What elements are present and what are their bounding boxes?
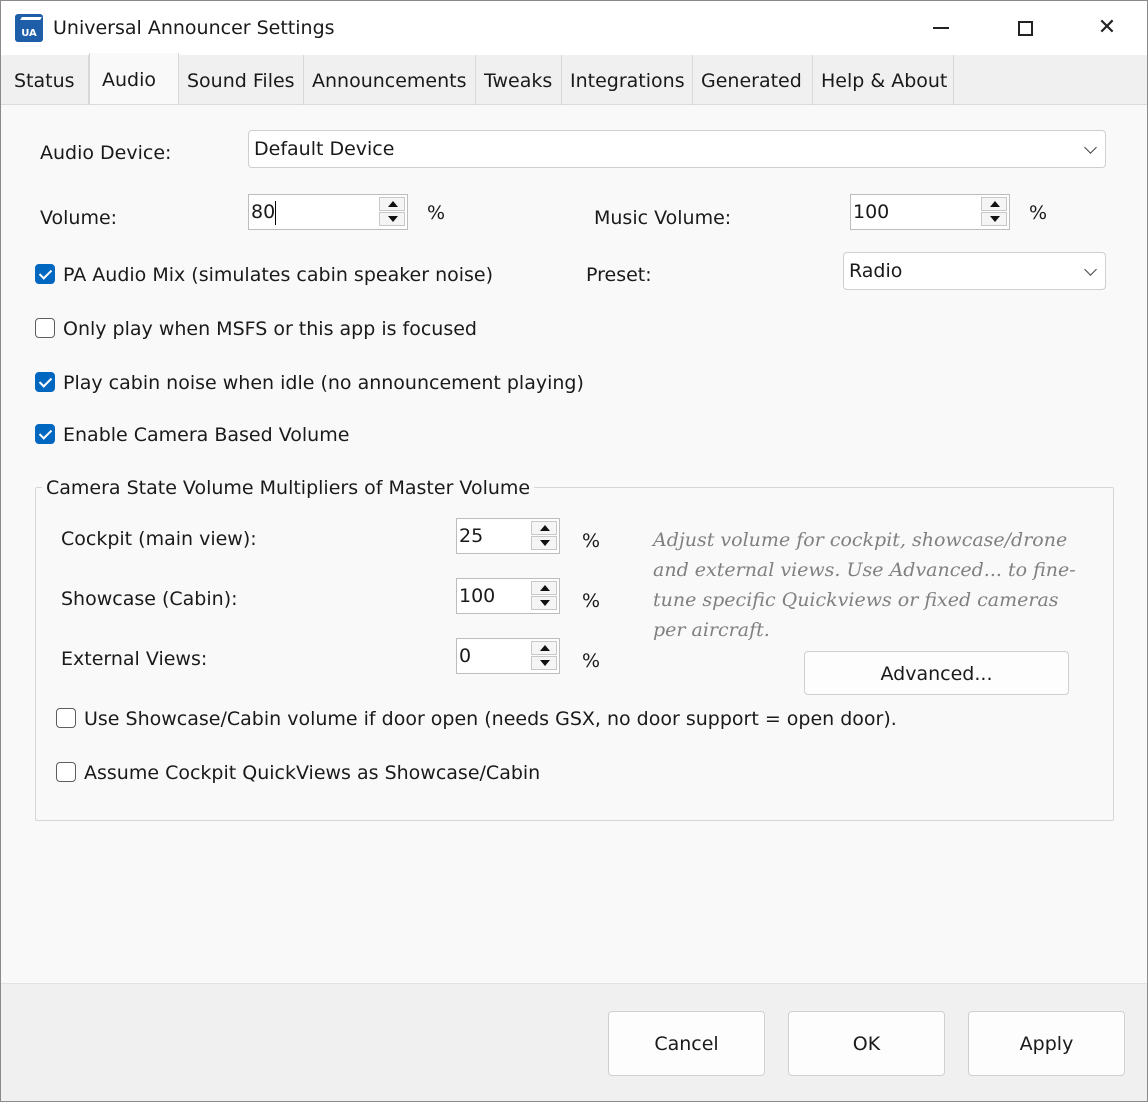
music-volume-unit: % — [1029, 202, 1048, 224]
tab-announcements[interactable]: Announcements — [304, 55, 476, 105]
showcase-volume-spinner[interactable]: 100 — [456, 578, 560, 614]
pa-mix-label[interactable]: PA Audio Mix (simulates cabin speaker no… — [63, 263, 493, 287]
window-title: Universal Announcer Settings — [53, 17, 335, 39]
showcase-up-button[interactable] — [531, 581, 557, 595]
title-bar[interactable]: UA Universal Announcer Settings ✕ — [1, 1, 1147, 55]
music-volume-up-button[interactable] — [981, 197, 1007, 211]
cockpit-label: Cockpit (main view): — [61, 528, 257, 550]
music-volume-label: Music Volume: — [594, 207, 732, 229]
music-volume-spinner[interactable]: 100 — [850, 194, 1010, 230]
maximize-icon — [1017, 20, 1033, 36]
camera-group-title: Camera State Volume Multipliers of Maste… — [42, 476, 535, 500]
cockpit-up-button[interactable] — [531, 521, 557, 535]
showcase-unit: % — [582, 590, 601, 612]
minimize-button[interactable] — [901, 1, 981, 55]
music-volume-value: 100 — [853, 201, 890, 223]
tab-generated[interactable]: Generated — [693, 55, 813, 105]
quickviews-label[interactable]: Assume Cockpit QuickViews as Showcase/Ca… — [84, 761, 540, 785]
app-logo-icon: UA — [15, 14, 43, 42]
close-button[interactable]: ✕ — [1067, 1, 1147, 55]
preset-label: Preset: — [586, 264, 652, 286]
door-open-label[interactable]: Use Showcase/Cabin volume if door open (… — [84, 707, 897, 731]
cancel-button[interactable]: Cancel — [608, 1011, 765, 1076]
cockpit-unit: % — [582, 530, 601, 552]
tab-sound-files[interactable]: Sound Files — [179, 55, 304, 105]
external-volume-spinner[interactable]: 0 — [456, 638, 560, 674]
cockpit-volume-spinner[interactable]: 25 — [456, 518, 560, 554]
cockpit-down-button[interactable] — [531, 536, 557, 550]
showcase-volume-value: 100 — [459, 585, 496, 607]
music-volume-down-button[interactable] — [981, 212, 1007, 226]
tab-bar: Status Audio Sound Files Announcements T… — [1, 53, 1147, 105]
camera-volume-checkbox[interactable] — [35, 424, 55, 444]
external-down-button[interactable] — [531, 656, 557, 670]
ok-button[interactable]: OK — [788, 1011, 945, 1076]
tab-status[interactable]: Status — [1, 55, 89, 105]
door-open-checkbox[interactable] — [56, 708, 76, 728]
focus-only-checkbox[interactable] — [35, 318, 55, 338]
maximize-button[interactable] — [985, 1, 1065, 55]
cockpit-volume-value: 25 — [459, 525, 484, 547]
tab-help-about[interactable]: Help & About — [813, 55, 954, 105]
apply-button[interactable]: Apply — [968, 1011, 1125, 1076]
cabin-noise-checkbox[interactable] — [35, 372, 55, 392]
volume-label: Volume: — [40, 207, 118, 229]
audio-device-select[interactable]: Default Device — [248, 130, 1106, 168]
external-up-button[interactable] — [531, 641, 557, 655]
preset-value: Radio — [849, 260, 903, 282]
external-label: External Views: — [61, 648, 208, 670]
chevron-down-icon — [1084, 141, 1097, 154]
tab-tweaks[interactable]: Tweaks — [476, 55, 562, 105]
camera-volume-label[interactable]: Enable Camera Based Volume — [63, 423, 349, 447]
tab-integrations[interactable]: Integrations — [562, 55, 693, 105]
volume-unit: % — [427, 202, 446, 224]
focus-only-label[interactable]: Only play when MSFS or this app is focus… — [63, 317, 477, 341]
audio-device-value: Default Device — [254, 138, 395, 160]
volume-spinner[interactable]: 80 — [248, 194, 408, 230]
external-volume-value: 0 — [459, 645, 472, 667]
volume-down-button[interactable] — [379, 212, 405, 226]
tab-audio[interactable]: Audio — [89, 53, 179, 104]
chevron-down-icon — [1084, 263, 1097, 276]
dialog-footer: Cancel OK Apply — [1, 983, 1147, 1101]
close-icon: ✕ — [1097, 15, 1117, 40]
camera-hint-text: Adjust volume for cockpit, showcase/dron… — [653, 529, 1076, 641]
settings-window: UA Universal Announcer Settings ✕ Status… — [0, 0, 1148, 1102]
volume-up-button[interactable] — [379, 197, 405, 211]
external-unit: % — [582, 650, 601, 672]
quickviews-checkbox[interactable] — [56, 762, 76, 782]
pa-mix-checkbox[interactable] — [35, 264, 55, 284]
volume-value: 80 — [251, 201, 276, 223]
audio-tab-panel: Audio Device: Default Device Volume: 80 … — [1, 105, 1147, 983]
showcase-label: Showcase (Cabin): — [61, 588, 238, 610]
preset-select[interactable]: Radio — [843, 252, 1106, 290]
showcase-down-button[interactable] — [531, 596, 557, 610]
minimize-icon — [933, 27, 949, 29]
advanced-button[interactable]: Advanced... — [804, 651, 1069, 695]
cabin-noise-label[interactable]: Play cabin noise when idle (no announcem… — [63, 371, 584, 395]
audio-device-label: Audio Device: — [40, 142, 172, 164]
